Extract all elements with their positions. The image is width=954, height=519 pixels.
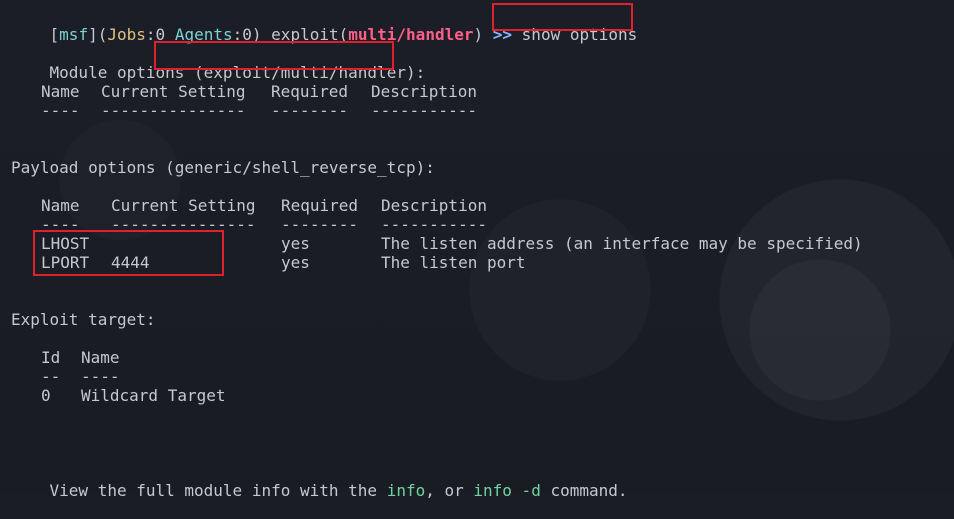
prompt-jobs-label: Jobs bbox=[107, 25, 146, 44]
col-header-required: Required bbox=[271, 82, 349, 101]
option-name-lport: LPORT bbox=[41, 253, 90, 272]
option-description-lport: The listen port bbox=[381, 253, 526, 272]
prompt-exploit-paren-close: ) bbox=[473, 25, 484, 44]
col-header-required: Required bbox=[281, 196, 359, 215]
col-underline: --------------- bbox=[111, 215, 256, 234]
col-underline: ---- bbox=[41, 215, 80, 234]
option-required-lhost: yes bbox=[281, 234, 310, 253]
prompt-colon: : bbox=[145, 25, 156, 44]
prompt-module-name: multi/handler bbox=[348, 25, 474, 44]
prompt-agents-label: Agents bbox=[174, 25, 233, 44]
exploit-target-underline-row: -- ---- bbox=[11, 367, 411, 386]
table-row: LPORT 4444 yes The listen port bbox=[11, 253, 951, 272]
col-header-name: Name bbox=[81, 348, 120, 367]
col-underline: -------- bbox=[271, 101, 349, 120]
prompt-msf: msf bbox=[59, 25, 89, 44]
module-options-underline-row: ---- --------------- -------- ----------… bbox=[11, 101, 951, 120]
prompt-jobs-count: 0 bbox=[155, 25, 166, 44]
table-row: LHOST yes The listen address (an interfa… bbox=[11, 234, 951, 253]
payload-options-underline-row: ---- --------------- -------- ----------… bbox=[11, 215, 951, 234]
table-row: 0 Wildcard Target bbox=[11, 386, 411, 405]
footer-info-d-command: info -d bbox=[473, 481, 541, 500]
prompt-bracket-open: [ bbox=[49, 25, 60, 44]
col-header-description: Description bbox=[371, 82, 477, 101]
prompt-line: [msf](Jobs:0 Agents:0) exploit(multi/han… bbox=[11, 6, 638, 44]
col-underline: -- bbox=[41, 367, 61, 386]
module-options-colon: : bbox=[415, 63, 426, 82]
col-underline: ----------- bbox=[381, 215, 487, 234]
exploit-target-title: Exploit target: bbox=[11, 310, 156, 329]
option-value-lport: 4444 bbox=[111, 253, 150, 272]
col-header-current-setting: Current Setting bbox=[101, 82, 246, 101]
footer-middle: , or bbox=[425, 481, 474, 500]
payload-options-header-row: Name Current Setting Required Descriptio… bbox=[11, 196, 951, 215]
option-required-lport: yes bbox=[281, 253, 310, 272]
footer-hint: View the full module info with the info,… bbox=[11, 462, 628, 500]
module-options-header-row: Name Current Setting Required Descriptio… bbox=[11, 82, 951, 101]
footer-prefix: View the full module info with the bbox=[49, 481, 387, 500]
option-name-lhost: LHOST bbox=[41, 234, 90, 253]
prompt-paren-close: ) bbox=[251, 25, 262, 44]
module-options-label: Module options bbox=[49, 63, 195, 82]
col-header-name: Name bbox=[41, 196, 80, 215]
target-id: 0 bbox=[41, 386, 51, 405]
col-header-current-setting: Current Setting bbox=[111, 196, 256, 215]
footer-info-command: info bbox=[386, 481, 426, 500]
col-underline: --------------- bbox=[101, 101, 246, 120]
footer-suffix: command. bbox=[540, 481, 628, 500]
module-options-path: (exploit/multi/handler) bbox=[194, 63, 416, 82]
col-underline: -------- bbox=[281, 215, 359, 234]
prompt-paren-open: ( bbox=[97, 25, 108, 44]
exploit-target-header-row: Id Name bbox=[11, 348, 411, 367]
col-header-id: Id bbox=[41, 348, 61, 367]
prompt-colon: : bbox=[232, 25, 243, 44]
prompt-exploit-word: exploit bbox=[271, 25, 339, 44]
prompt-agents-count: 0 bbox=[242, 25, 252, 44]
col-header-description: Description bbox=[381, 196, 487, 215]
prompt-bracket-close: ] bbox=[88, 25, 98, 44]
payload-options-title: Payload options (generic/shell_reverse_t… bbox=[11, 158, 435, 177]
module-options-title: Module options (exploit/multi/handler): bbox=[11, 44, 426, 82]
target-name: Wildcard Target bbox=[81, 386, 226, 405]
typed-command[interactable]: show options bbox=[522, 25, 638, 44]
option-description-lhost: The listen address (an interface may be … bbox=[381, 234, 863, 253]
col-underline: ----------- bbox=[371, 101, 477, 120]
col-header-name: Name bbox=[41, 82, 80, 101]
prompt-arrow: >> bbox=[492, 25, 513, 44]
prompt-exploit-paren-open: ( bbox=[338, 25, 349, 44]
col-underline: ---- bbox=[81, 367, 120, 386]
col-underline: ---- bbox=[41, 101, 80, 120]
